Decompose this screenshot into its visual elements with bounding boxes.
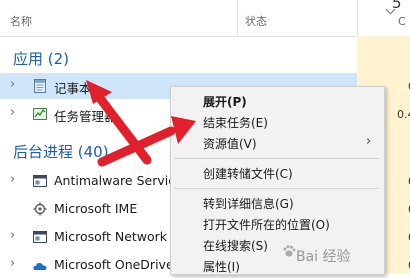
watermark: Bai 经验 xyxy=(296,249,351,265)
baidu-paw-icon xyxy=(283,245,296,257)
annotation-arrows xyxy=(86,80,196,167)
